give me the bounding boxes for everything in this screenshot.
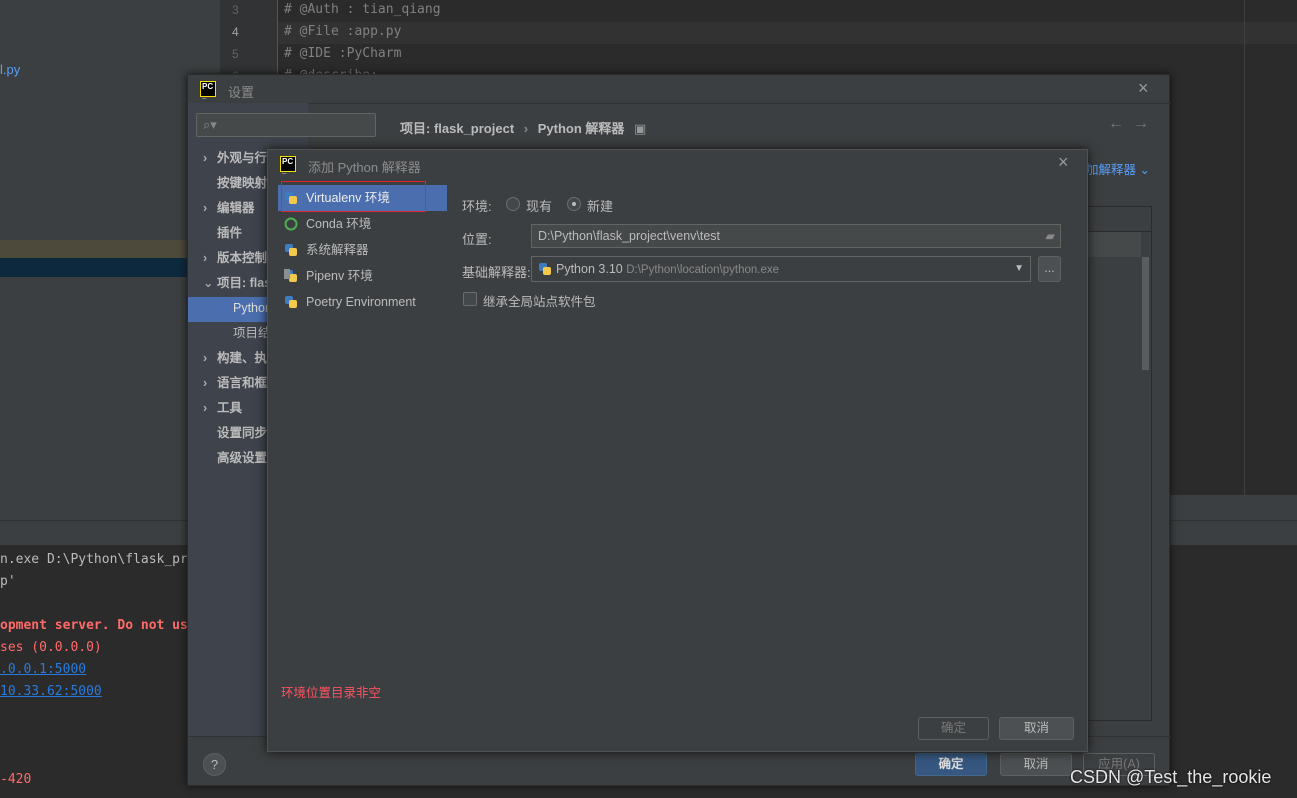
line-number: 3	[232, 3, 239, 17]
sidebar-item-label: 高级设置	[217, 451, 268, 465]
project-file-item[interactable]: l.py	[0, 62, 20, 77]
terminal[interactable]: n.exe D:\Python\flask_pr p' opment serve…	[0, 545, 190, 798]
interpreter-type-item[interactable]: Conda 环境	[278, 211, 447, 237]
terminal-line: opment server. Do not us	[0, 618, 188, 633]
python-icon	[285, 244, 297, 256]
ok-button[interactable]: 确定	[918, 717, 989, 740]
pipenv-icon	[284, 269, 297, 282]
cancel-button[interactable]: 取消	[999, 717, 1074, 740]
highlight-box	[281, 181, 426, 212]
close-icon[interactable]: ×	[1058, 152, 1069, 173]
interpreter-type-label: Conda 环境	[306, 217, 372, 231]
interpreter-type-item[interactable]: Poetry Environment	[278, 289, 447, 315]
terminal-link[interactable]: .0.0.1:5000	[0, 662, 86, 677]
line-number: 4	[232, 25, 239, 39]
terminal-line: -420	[0, 772, 32, 787]
radio-existing-label[interactable]: 现有	[526, 196, 552, 215]
terminal-line: ses (0.0.0.0)	[0, 640, 102, 655]
code-line: # @Auth : tian_qiang	[284, 2, 441, 17]
breadcrumb: 项目: flask_project › Python 解释器 ▣	[400, 121, 647, 136]
inherit-label[interactable]: 继承全局站点软件包	[483, 291, 596, 310]
current-line	[278, 22, 1297, 44]
terminal-line: p'	[0, 574, 16, 589]
chevron-icon[interactable]: ›	[203, 201, 217, 215]
interpreter-type-label: 系统解释器	[306, 243, 369, 257]
chevron-icon[interactable]: ›	[203, 401, 217, 415]
python-icon	[539, 263, 551, 275]
radio-new[interactable]	[567, 197, 581, 211]
scrollbar[interactable]	[1142, 257, 1149, 370]
interpreter-type-label: Poetry Environment	[306, 295, 416, 309]
chevron-icon[interactable]: ›	[203, 251, 217, 265]
base-interpreter-label: 基础解释器:	[462, 265, 531, 280]
help-button[interactable]: ?	[203, 753, 226, 776]
interpreter-type-label: Pipenv 环境	[306, 269, 373, 283]
watermark: CSDN @Test_the_rookie	[1070, 767, 1272, 787]
sidebar-item-label: 工具	[217, 401, 243, 415]
code-line: # @IDE :PyCharm	[284, 46, 402, 61]
location-label: 位置:	[462, 232, 492, 247]
env-label: 环境:	[462, 199, 492, 214]
inherit-checkbox[interactable]	[463, 292, 477, 306]
pycharm-logo-icon: PC _	[280, 156, 296, 175]
chevron-icon[interactable]: ›	[203, 376, 217, 390]
radio-existing[interactable]	[506, 197, 520, 211]
terminal-line: n.exe D:\Python\flask_pr	[0, 552, 188, 567]
breadcrumb-project[interactable]: 项目: flask_project	[400, 121, 514, 136]
settings-search-input[interactable]: ⌕▾	[196, 113, 376, 137]
pin-icon[interactable]: ▣	[634, 121, 646, 136]
conda-icon	[284, 217, 298, 231]
sidebar-item-label: 设置同步	[217, 426, 268, 440]
sidebar-item-label: 编辑器	[217, 201, 255, 215]
line-number: 5	[232, 47, 239, 61]
chevron-down-icon: ⌄	[1139, 163, 1150, 177]
browse-button[interactable]: ...	[1038, 256, 1061, 282]
poetry-icon	[285, 296, 297, 308]
code-line: # @File :app.py	[284, 24, 402, 39]
back-arrow-icon[interactable]: ←	[1108, 115, 1124, 133]
add-interpreter-dialog: PC _ 添加 Python 解释器 × Virtualenv 环境 Conda 环…	[267, 149, 1088, 752]
interpreter-type-item[interactable]: Pipenv 环境	[278, 263, 447, 289]
editor-statusbar	[1170, 495, 1297, 520]
interpreter-type-item[interactable]: 系统解释器	[278, 237, 447, 263]
forward-arrow-icon[interactable]: →	[1133, 115, 1149, 133]
close-icon[interactable]: ×	[1138, 78, 1149, 99]
dialog-title: 设置	[228, 85, 255, 100]
sidebar-item-label: 按键映射	[217, 176, 268, 190]
radio-new-label[interactable]: 新建	[587, 196, 613, 215]
chevron-icon[interactable]: ›	[203, 151, 217, 165]
right-margin	[1244, 0, 1245, 495]
dropdown-arrow-icon: ▼	[1014, 263, 1024, 274]
cancel-button[interactable]: 取消	[1000, 753, 1072, 776]
folder-icon[interactable]: ▰	[1045, 225, 1055, 247]
dialog-title: 添加 Python 解释器	[308, 160, 421, 175]
chevron-icon[interactable]: ›	[203, 351, 217, 365]
location-input[interactable]: D:\Python\flask_project\venv\test ▰	[531, 224, 1061, 248]
breadcrumb-page: Python 解释器	[537, 121, 625, 136]
sidebar-item-label: 插件	[217, 226, 243, 240]
sidebar-item-label: 版本控制	[217, 251, 268, 265]
ok-button[interactable]: 确定	[915, 753, 987, 776]
search-icon: ⌕▾	[203, 117, 217, 132]
chevron-icon[interactable]: ⌄	[203, 275, 217, 290]
terminal-link[interactable]: 10.33.62:5000	[0, 684, 102, 699]
error-message: 环境位置目录非空	[281, 686, 382, 700]
base-interpreter-select[interactable]: Python 3.10 D:\Python\location\python.ex…	[531, 256, 1031, 282]
pycharm-logo-icon: PC _	[200, 81, 216, 100]
add-interpreter-link[interactable]: 加解释器 ⌄	[1086, 159, 1150, 178]
